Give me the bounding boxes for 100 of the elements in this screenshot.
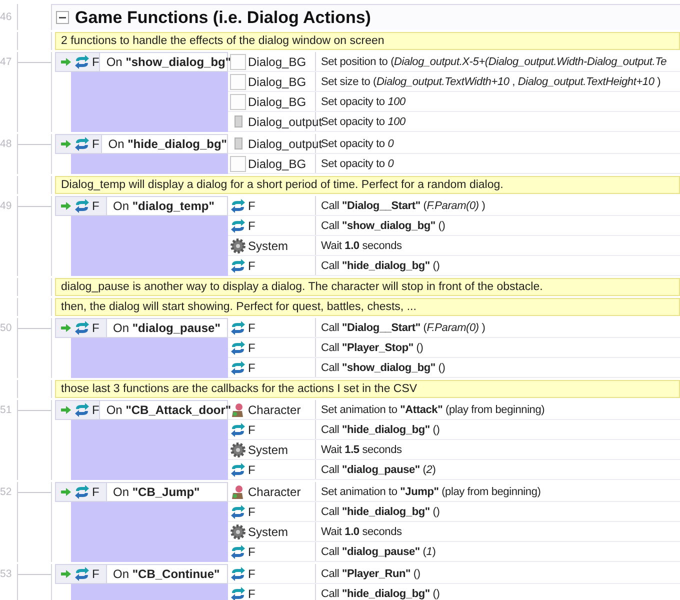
action-text[interactable]: Call "hide_dialog_bg" () xyxy=(316,424,440,436)
condition-text: On "CB_Continue" xyxy=(112,566,220,583)
cycle-arrows-icon xyxy=(230,360,246,376)
comment-text: then, the dialog will start showing. Perfect for quest, battles, chests, ... xyxy=(55,298,680,316)
action-object: System xyxy=(248,442,288,456)
action-object: F xyxy=(248,586,256,600)
action-object: System xyxy=(248,238,288,252)
blank-square-icon xyxy=(230,74,246,90)
cycle-arrows-icon xyxy=(230,198,246,214)
action-object: F xyxy=(248,504,256,518)
action-object: F xyxy=(248,566,256,580)
action-text[interactable]: Set opacity to 0 xyxy=(316,158,394,170)
action-object: F xyxy=(248,320,256,334)
cycle-arrows-icon xyxy=(230,258,246,274)
action-text[interactable]: Set opacity to 100 xyxy=(316,96,406,108)
condition-row[interactable]: F On "show_dialog_bg" xyxy=(55,52,228,72)
action-object: Dialog_BG xyxy=(248,54,306,68)
condition-object: F xyxy=(92,485,100,499)
cycle-arrows-icon xyxy=(74,484,90,500)
action-text[interactable]: Call "Player_Run" () xyxy=(316,568,420,580)
action-text[interactable]: Set size to (Dialog_output.TextWidth+10 , Dialog_output.TextHeight+10 ) xyxy=(316,76,661,88)
action-text[interactable]: Call "show_dialog_bg" () xyxy=(316,220,446,232)
tree-connector xyxy=(18,328,51,329)
tree-connector xyxy=(18,62,51,63)
gear-icon xyxy=(230,524,246,540)
action-text[interactable]: Set animation to "Attack" (play from beginning) xyxy=(316,404,545,416)
action-text[interactable]: Set animation to "Jump" (play from beginning) xyxy=(316,486,541,498)
action-object: Dialog_output xyxy=(248,114,322,128)
cycle-arrows-icon xyxy=(230,320,246,336)
gear-icon xyxy=(230,238,246,254)
action-text[interactable]: Call "Dialog__Start" (F.Param(0) ) xyxy=(316,200,486,212)
condition-row[interactable]: F On "hide_dialog_bg" xyxy=(55,134,228,154)
condition-row[interactable]: F On "dialog_temp" xyxy=(55,196,228,216)
figure-icon xyxy=(230,484,246,500)
condition-object: F xyxy=(92,403,100,417)
condition-object: F xyxy=(92,137,100,151)
action-text[interactable]: Call "hide_dialog_bg" () xyxy=(316,260,440,272)
action-object: Dialog_BG xyxy=(248,74,306,88)
blank-square-icon xyxy=(230,94,246,110)
arrow-icon xyxy=(60,139,72,149)
action-text[interactable]: Call "dialog_pause" (2) xyxy=(316,464,436,476)
action-object: F xyxy=(248,544,256,558)
condition-object: F xyxy=(92,567,100,581)
condition-object: F xyxy=(92,321,100,335)
condition-text: On "dialog_temp" xyxy=(112,198,214,215)
cycle-arrows-icon xyxy=(230,422,246,438)
cycle-arrows-icon xyxy=(74,402,90,418)
action-object: System xyxy=(248,524,288,538)
comment-text: Dialog_temp will display a dialog for a short period of time. Perfect for a random dialog. xyxy=(55,176,680,194)
cycle-arrows-icon xyxy=(230,218,246,234)
tree-connector xyxy=(18,492,51,493)
action-text[interactable]: Wait 1.0 seconds xyxy=(316,240,402,252)
action-object: F xyxy=(248,340,256,354)
cycle-arrows-icon xyxy=(230,586,246,600)
comment-text: 2 functions to handle the effects of the dialog window on screen xyxy=(55,32,680,50)
blank-square-icon xyxy=(230,156,246,172)
collapse-toggle[interactable] xyxy=(56,11,69,24)
action-object: F xyxy=(248,218,256,232)
comment-text: those last 3 functions are the callbacks for the actions I set in the CSV xyxy=(55,380,680,398)
condition-row[interactable]: F On "CB_Continue" xyxy=(55,564,228,584)
action-text[interactable]: Call "show_dialog_bg" () xyxy=(316,362,446,374)
comment-text: dialog_pause is another way to display a dialog. The character will stop in front of the obstacle. xyxy=(55,278,680,296)
action-text[interactable]: Call "Player_Stop" () xyxy=(316,342,424,354)
action-object: F xyxy=(248,462,256,476)
condition-text: On "CB_Jump" xyxy=(112,484,200,501)
cycle-arrows-icon xyxy=(74,136,90,152)
action-text[interactable]: Call "Dialog__Start" (F.Param(0) ) xyxy=(316,322,486,334)
action-object: Character xyxy=(248,402,301,416)
arrow-icon xyxy=(60,323,72,333)
arrow-icon xyxy=(60,57,72,67)
condition-row[interactable]: F On "dialog_pause" xyxy=(55,318,228,338)
cycle-arrows-icon xyxy=(74,566,90,582)
action-text[interactable]: Wait 1.5 seconds xyxy=(316,444,402,456)
condition-row[interactable]: F On "CB_Attack_door" xyxy=(55,400,228,420)
action-text[interactable]: Set position to (Dialog_output.X-5+(Dialog_output.Width-Dialog_output.Te xyxy=(316,56,667,68)
arrow-icon xyxy=(60,569,72,579)
action-text[interactable]: Call "hide_dialog_bg" () xyxy=(316,506,440,518)
cycle-arrows-icon xyxy=(230,462,246,478)
tree-connector xyxy=(18,410,51,411)
cycle-arrows-icon xyxy=(230,340,246,356)
condition-row[interactable]: F On "CB_Jump" xyxy=(55,482,228,502)
condition-text: On "dialog_pause" xyxy=(112,320,220,337)
action-text[interactable]: Wait 1.0 seconds xyxy=(316,526,402,538)
group-title: Game Functions (i.e. Dialog Actions) xyxy=(75,8,371,28)
cycle-arrows-icon xyxy=(74,54,90,70)
cycle-arrows-icon xyxy=(74,320,90,336)
arrow-icon xyxy=(60,201,72,211)
action-text[interactable]: Call "hide_dialog_bg" () xyxy=(316,588,440,600)
action-object: F xyxy=(248,258,256,272)
cycle-arrows-icon xyxy=(230,504,246,520)
condition-object: F xyxy=(92,55,100,69)
action-object: F xyxy=(248,422,256,436)
action-object: F xyxy=(248,360,256,374)
action-text[interactable]: Call "dialog_pause" (1) xyxy=(316,546,436,558)
cycle-arrows-icon xyxy=(230,566,246,582)
arrow-icon xyxy=(60,405,72,415)
tree-connector xyxy=(18,574,51,575)
tree-connector xyxy=(18,206,51,207)
figure-icon xyxy=(230,402,246,418)
condition-object: F xyxy=(92,199,100,213)
